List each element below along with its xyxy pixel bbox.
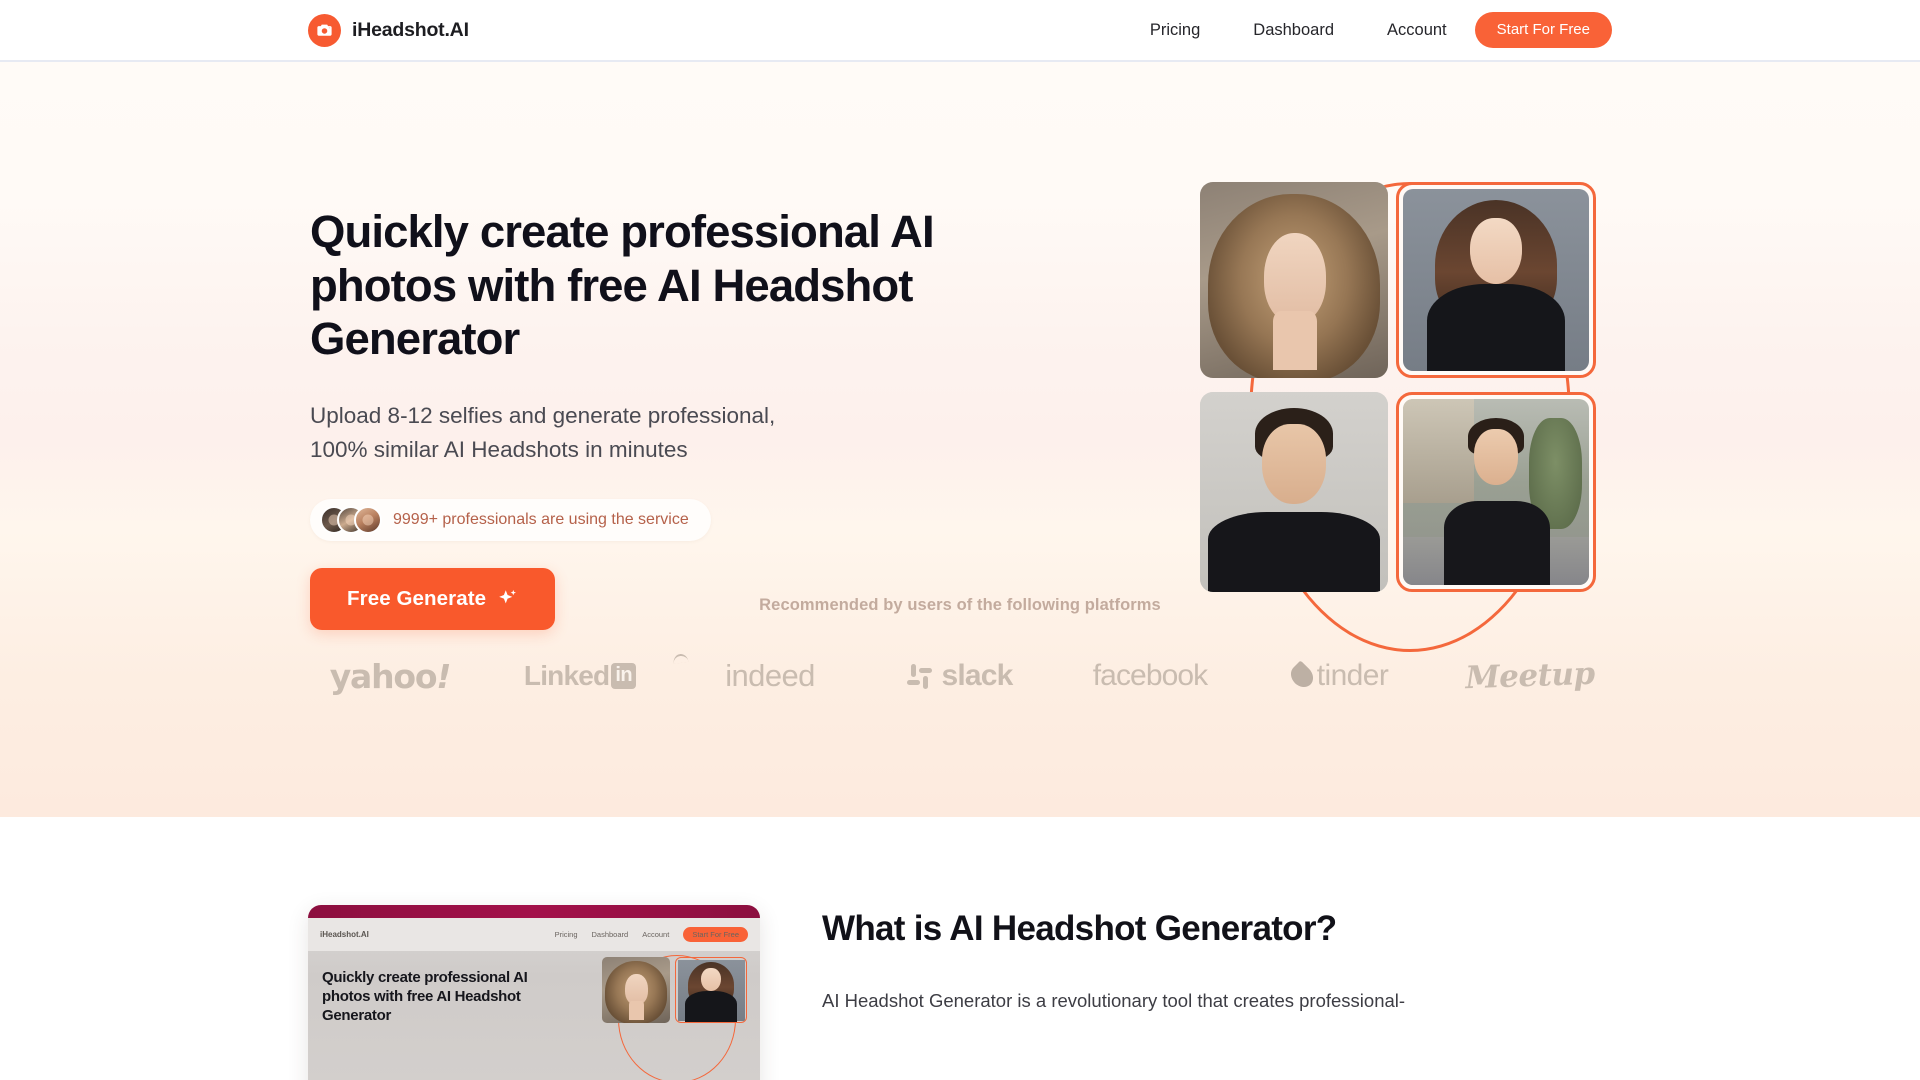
- what-is-section: iHeadshot.AI Pricing Dashboard Account S…: [0, 817, 1920, 1080]
- page-root: iHeadshot.AI Pricing Dashboard Account S…: [0, 0, 1920, 1080]
- hero-subtitle-line-2: 100% similar AI Headshots in minutes: [310, 436, 688, 462]
- collage-photo-grid: [1200, 182, 1620, 592]
- facebook-logo: facebook: [1092, 659, 1208, 692]
- preview-card-body: iHeadshot.AI Pricing Dashboard Account S…: [308, 918, 760, 1080]
- preview-nav: Pricing Dashboard Account Start For Free: [555, 927, 748, 942]
- flame-icon: [1286, 660, 1318, 692]
- what-is-title: What is AI Headshot Generator?: [822, 909, 1337, 948]
- what-is-inner: iHeadshot.AI Pricing Dashboard Account S…: [308, 817, 1612, 1080]
- meetup-logo: Meetup: [1464, 655, 1596, 697]
- platform-logos: yahoo! Linked in indeed slack facebook ti…: [0, 653, 1920, 699]
- linkedin-logo: Linked in: [485, 653, 675, 699]
- hero-inner: Quickly create professional AI photos wi…: [0, 62, 1920, 817]
- slack-logo: slack: [865, 653, 1055, 699]
- preview-header: iHeadshot.AI Pricing Dashboard Account S…: [308, 918, 760, 951]
- preview-photo-headshot: [675, 957, 747, 1023]
- preview-nav-account: Account: [642, 930, 670, 939]
- preview-card-top-bar: [308, 905, 760, 918]
- camera-icon: [308, 13, 341, 47]
- nav-item-pricing[interactable]: Pricing: [1150, 15, 1200, 46]
- preview-cta-button: Start For Free: [683, 927, 748, 942]
- site-header: iHeadshot.AI Pricing Dashboard Account S…: [0, 0, 1920, 62]
- avatar-stack: [320, 505, 382, 534]
- collage-photo-woman-headshot: [1396, 182, 1596, 378]
- brand-name: iHeadshot.AI: [352, 18, 469, 41]
- hero-copy: Quickly create professional AI photos wi…: [310, 205, 1110, 630]
- hero-subtitle-line-1: Upload 8-12 selfies and generate profess…: [310, 403, 776, 429]
- hero-section: Quickly create professional AI photos wi…: [0, 62, 1920, 817]
- hero-subtitle: Upload 8-12 selfies and generate profess…: [310, 399, 1110, 467]
- indeed-logo: indeed: [672, 653, 865, 699]
- preview-nav-pricing: Pricing: [554, 930, 578, 939]
- what-is-body: AI Headshot Generator is a revolutionary…: [822, 990, 1406, 1011]
- preview-nav-dashboard: Dashboard: [591, 930, 629, 939]
- collage-photo-man-headshot: [1396, 392, 1596, 592]
- nav-item-dashboard[interactable]: Dashboard: [1253, 15, 1334, 46]
- social-proof-text: 9999+ professionals are using the servic…: [393, 510, 689, 528]
- avatar: [354, 505, 382, 534]
- slack-mark-icon: [907, 663, 933, 689]
- hero-title: Quickly create professional AI photos wi…: [310, 206, 935, 365]
- what-is-text-column: What is AI Headshot Generator? AI Headsh…: [822, 905, 1405, 1080]
- platforms-label: Recommended by users of the following pl…: [759, 596, 1161, 614]
- preview-photo-selfie: [602, 957, 670, 1023]
- social-proof-badge: 9999+ professionals are using the servic…: [310, 498, 711, 541]
- platforms-strip: Recommended by users of the following pl…: [0, 596, 1920, 699]
- preview-collage-grid: [602, 957, 752, 1023]
- yahoo-logo: yahoo!: [329, 656, 452, 696]
- nav-item-account[interactable]: Account: [1387, 15, 1447, 46]
- preview-brand-name: iHeadshot.AI: [320, 930, 369, 939]
- tinder-logo: tinder: [1245, 653, 1435, 699]
- header-inner: iHeadshot.AI Pricing Dashboard Account S…: [0, 11, 1920, 49]
- brand-logo[interactable]: iHeadshot.AI: [308, 13, 469, 47]
- collage-photo-man-selfie: [1200, 392, 1388, 592]
- main-navigation: Pricing Dashboard Account Start For Free: [1150, 11, 1612, 49]
- collage-photo-woman-selfie: [1200, 182, 1388, 378]
- start-for-free-button[interactable]: Start For Free: [1474, 11, 1612, 49]
- preview-hero: Quickly create professional AI photos wi…: [308, 951, 760, 1080]
- preview-hero-title: Quickly create professional AI photos wi…: [322, 969, 528, 1025]
- preview-collage: [602, 955, 752, 1080]
- hero-photo-collage: [1200, 182, 1620, 652]
- product-preview-card[interactable]: iHeadshot.AI Pricing Dashboard Account S…: [308, 905, 760, 1080]
